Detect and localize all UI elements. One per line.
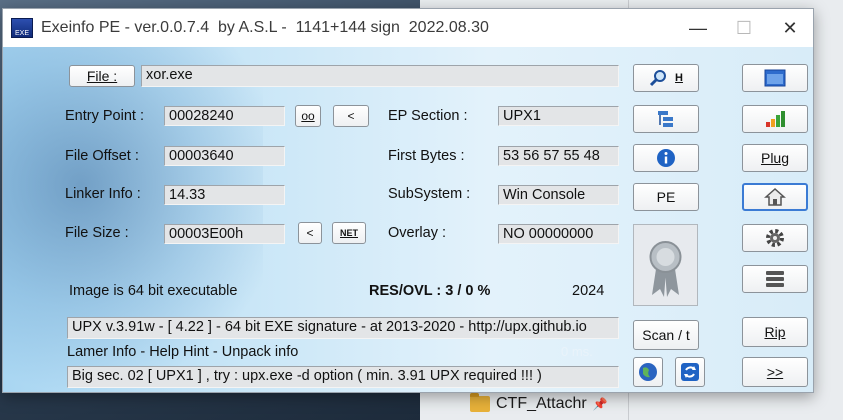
oo-button-label: oo [301, 109, 315, 123]
main-panel: File : xor.exe Entry Point : 00028240 oo… [3, 47, 813, 392]
info-icon [657, 149, 675, 167]
minimize-button[interactable]: — [675, 9, 721, 47]
window-icon [764, 69, 786, 87]
scan-button[interactable]: Scan / t [633, 320, 699, 350]
lamer-info-text[interactable]: Lamer Info - Help Hint - Unpack info [67, 344, 298, 360]
plug-button-label: Plug [760, 150, 790, 166]
prev-size-label: < [306, 226, 314, 240]
linker-info-field[interactable]: 14.33 [164, 185, 285, 205]
overlay-label: Overlay : [388, 225, 447, 241]
info-button[interactable] [633, 144, 699, 172]
oo-button[interactable]: oo [295, 105, 321, 127]
stack-icon [766, 271, 784, 287]
refresh-button[interactable] [675, 357, 705, 387]
folder-icon [470, 393, 490, 412]
pin-icon: 📌 [592, 397, 608, 411]
prev-entry-label: < [347, 109, 355, 123]
net-button[interactable]: NET [332, 222, 366, 244]
image-bits-text: Image is 64 bit executable [69, 283, 238, 299]
settings-button[interactable] [742, 224, 808, 252]
open-folder-button[interactable] [742, 64, 808, 92]
home-button[interactable] [742, 183, 808, 211]
section-tree-button[interactable] [633, 105, 699, 133]
file-button[interactable]: File : [69, 65, 135, 87]
detection-field[interactable]: UPX v.3.91w - [ 4.22 ] - 64 bit EXE sign… [67, 317, 619, 339]
certificate-badge [633, 224, 698, 306]
app-icon-label: EXE [14, 30, 29, 37]
overlay-field[interactable]: NO 00000000 [498, 224, 619, 244]
file-name-field[interactable]: xor.exe [141, 65, 619, 87]
window-controls: — ☐ ✕ [675, 9, 813, 47]
ep-section-label: EP Section : [388, 108, 468, 124]
subsystem-field[interactable]: Win Console [498, 185, 619, 205]
prev-entry-button[interactable]: < [333, 105, 369, 127]
refresh-icon [681, 363, 699, 381]
globe-icon [639, 363, 657, 381]
scan-button-label: Scan / t [642, 327, 690, 343]
maximize-button[interactable]: ☐ [721, 9, 767, 47]
file-size-field[interactable]: 00003E00h [164, 224, 285, 244]
next-button[interactable]: >> [742, 357, 808, 387]
year-text: 2024 [572, 283, 605, 299]
window-title: Exeinfo PE - ver.0.0.7.4 by A.S.L - 1141… [41, 19, 489, 36]
first-bytes-field[interactable]: 53 56 57 55 48 [498, 146, 619, 166]
first-bytes-label: First Bytes : [388, 148, 465, 164]
entry-point-field[interactable]: 00028240 [164, 106, 285, 126]
magnifier-icon [649, 70, 667, 87]
exeinfo-window: EXE Exeinfo PE - ver.0.0.7.4 by A.S.L - … [2, 8, 814, 393]
entry-point-label: Entry Point : [65, 108, 144, 124]
plug-button[interactable]: Plug [742, 144, 808, 172]
search-h-label: H [675, 72, 683, 84]
hint-field[interactable]: Big sec. 02 [ UPX1 ] , try : upx.exe -d … [67, 366, 619, 388]
signal-bars-icon [766, 111, 785, 127]
file-button-label: File : [86, 68, 118, 84]
close-button[interactable]: ✕ [767, 9, 813, 47]
gear-icon [766, 229, 784, 247]
linker-info-label: Linker Info : [65, 186, 141, 202]
rip-button[interactable]: Rip [742, 317, 808, 347]
pe-button[interactable]: PE [633, 183, 699, 211]
subsystem-label: SubSystem : [388, 186, 471, 202]
file-offset-label: File Offset : [65, 148, 139, 164]
award-ribbon-icon [649, 241, 682, 297]
explorer-item-label: CTF_Attachr [496, 395, 587, 412]
net-button-label: NET [340, 228, 358, 238]
title-bar[interactable]: EXE Exeinfo PE - ver.0.0.7.4 by A.S.L - … [3, 9, 813, 47]
prev-size-button[interactable]: < [298, 222, 322, 244]
search-h-button[interactable]: H [633, 64, 699, 92]
background-artwork [3, 47, 263, 392]
home-icon [764, 187, 786, 206]
ep-section-field[interactable]: UPX1 [498, 106, 619, 126]
next-button-label: >> [766, 364, 784, 380]
pe-button-label: PE [656, 189, 676, 205]
file-size-label: File Size : [65, 225, 129, 241]
res-ovl-text: RES/OVL : 3 / 0 % [369, 283, 491, 299]
explorer-item-ctf-attachments[interactable]: CTF_Attachr 📌 [470, 393, 608, 415]
menu-button[interactable] [742, 265, 808, 293]
tree-icon [658, 111, 673, 127]
rip-button-label: Rip [764, 324, 786, 340]
file-offset-field[interactable]: 00003640 [164, 146, 285, 166]
timing-text: 0 ms. [561, 344, 593, 359]
stats-button[interactable] [742, 105, 808, 133]
web-button[interactable] [633, 357, 663, 387]
app-icon: EXE [11, 18, 33, 38]
